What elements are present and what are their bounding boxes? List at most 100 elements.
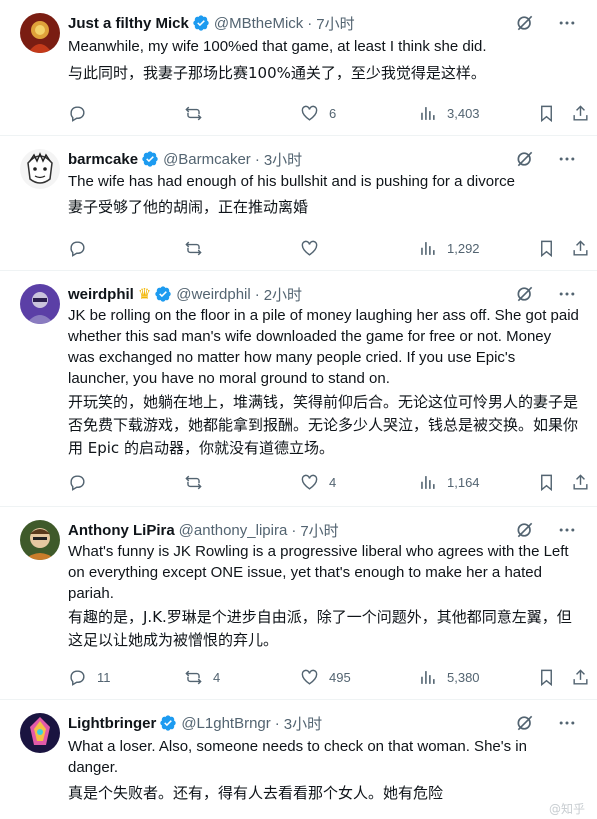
timestamp[interactable]: 7小时: [300, 520, 338, 541]
author-name[interactable]: barmcake: [68, 151, 138, 168]
author-handle[interactable]: @weirdphil: [176, 286, 250, 303]
share-button[interactable]: [571, 473, 590, 492]
tweet[interactable]: Just a filthy Mick @MBtheMick · 7小时 Mean…: [0, 0, 597, 136]
like-count: 4: [329, 475, 337, 490]
tweet[interactable]: weirdphil ♛ @weirdphil · 2小时 JK be rolli…: [0, 271, 597, 507]
views-count: 1,164: [447, 475, 480, 490]
retweet-button[interactable]: [184, 473, 213, 492]
separator: ·: [274, 714, 280, 732]
author-name[interactable]: weirdphil: [68, 286, 134, 303]
more-icon[interactable]: [557, 149, 577, 169]
views-count: 5,380: [447, 670, 480, 685]
tweet-translation: 有趣的是，J.K.罗琳是个进步自由派，除了一个问题外，其他都同意左翼，但这足以让…: [68, 608, 572, 649]
grok-icon[interactable]: [515, 149, 535, 169]
tweet-translation: 真是个失败者。还有，得有人去看看那个女人。她有危险: [68, 784, 444, 802]
tweet-text: Meanwhile, my wife 100%ed that game, at …: [68, 38, 487, 55]
tweet[interactable]: Lightbringer @L1ghtBrngr · 3小时 What a lo…: [0, 700, 597, 819]
author-handle[interactable]: @MBtheMick: [214, 15, 303, 32]
bookmark-icon: [541, 474, 552, 492]
avatar[interactable]: [20, 13, 60, 53]
views-count: 3,403: [447, 106, 480, 121]
tweet-header: Just a filthy Mick @MBtheMick · 7小时: [68, 13, 577, 33]
views-button[interactable]: 1,164: [418, 473, 480, 492]
timestamp[interactable]: 7小时: [316, 13, 354, 34]
reply-button[interactable]: [68, 239, 97, 258]
author-name[interactable]: Just a filthy Mick: [68, 15, 189, 32]
retweet-icon: [185, 106, 202, 121]
like-button[interactable]: 495: [300, 668, 351, 687]
grok-icon[interactable]: [515, 284, 535, 304]
tweet-text: What a loser. Also, someone needs to che…: [68, 738, 527, 776]
tweet-actions: 6 3,403: [68, 104, 588, 124]
share-icon: [573, 240, 588, 256]
share-button[interactable]: [571, 239, 590, 258]
retweet-button[interactable]: 4: [184, 668, 220, 687]
timestamp[interactable]: 2小时: [264, 284, 302, 305]
tweet-header: Lightbringer @L1ghtBrngr · 3小时: [68, 713, 577, 733]
views-button[interactable]: 1,292: [418, 239, 480, 258]
retweet-count: 4: [213, 670, 221, 685]
separator: ·: [307, 14, 313, 32]
author-name[interactable]: Lightbringer: [68, 715, 156, 732]
views-button[interactable]: 3,403: [418, 104, 480, 123]
more-icon[interactable]: [557, 713, 577, 733]
avatar[interactable]: [20, 284, 60, 324]
grok-icon[interactable]: [515, 713, 535, 733]
tweet-actions: 1,292: [68, 239, 588, 259]
author-name[interactable]: Anthony LiPira: [68, 522, 175, 539]
more-icon[interactable]: [557, 284, 577, 304]
reply-button[interactable]: [68, 104, 97, 123]
reply-icon: [70, 670, 85, 686]
grok-icon[interactable]: [515, 520, 535, 540]
retweet-button[interactable]: [184, 104, 213, 123]
author-handle[interactable]: @L1ghtBrngr: [181, 715, 270, 732]
like-button[interactable]: [300, 239, 329, 258]
views-icon: [421, 107, 435, 120]
share-icon: [573, 105, 588, 121]
separator: ·: [291, 521, 297, 539]
bookmark-icon: [541, 105, 552, 123]
share-button[interactable]: [571, 668, 590, 687]
share-icon: [573, 669, 588, 685]
bookmark-button[interactable]: [537, 104, 556, 123]
avatar[interactable]: [20, 520, 60, 560]
like-count: 495: [329, 670, 351, 685]
bookmark-button[interactable]: [537, 473, 556, 492]
tweet[interactable]: Anthony LiPira @anthony_lipira · 7小时 Wha…: [0, 507, 597, 700]
tweet-actions: 4 1,164: [68, 473, 588, 493]
verified-badge-icon: [193, 15, 209, 31]
tweet-translation: 开玩笑的，她躺在地上，堆满钱，笑得前仰后合。无论这位可怜男人的妻子是否免费下载游…: [68, 393, 579, 457]
bookmark-button[interactable]: [537, 239, 556, 258]
tweet-header: Anthony LiPira @anthony_lipira · 7小时: [68, 520, 577, 540]
share-button[interactable]: [571, 104, 590, 123]
heart-icon: [301, 669, 318, 685]
avatar[interactable]: [20, 713, 60, 753]
like-button[interactable]: 4: [300, 473, 336, 492]
verified-badge-icon: [160, 715, 177, 731]
reply-button[interactable]: 11: [68, 668, 111, 687]
tweet[interactable]: barmcake @Barmcaker · 3小时 The wife has h…: [0, 136, 597, 271]
views-button[interactable]: 5,380: [418, 668, 480, 687]
like-button[interactable]: 6: [300, 104, 336, 123]
avatar[interactable]: [20, 149, 60, 189]
more-icon[interactable]: [557, 13, 577, 33]
timestamp[interactable]: 3小时: [264, 149, 302, 170]
author-handle[interactable]: @anthony_lipira: [179, 522, 288, 539]
more-icon[interactable]: [557, 520, 577, 540]
watermark: @知乎: [548, 802, 585, 816]
share-icon: [573, 474, 588, 490]
heart-icon: [301, 105, 318, 121]
views-count: 1,292: [447, 241, 480, 256]
reply-icon: [70, 241, 85, 257]
separator: ·: [254, 285, 260, 303]
grok-icon[interactable]: [515, 13, 535, 33]
retweet-button[interactable]: [184, 239, 213, 258]
timestamp[interactable]: 3小时: [284, 713, 322, 734]
bookmark-button[interactable]: [537, 668, 556, 687]
reply-button[interactable]: [68, 473, 97, 492]
tweet-text: JK be rolling on the floor in a pile of …: [68, 307, 579, 387]
retweet-icon: [185, 475, 202, 490]
views-icon: [421, 671, 435, 684]
author-handle[interactable]: @Barmcaker: [163, 151, 251, 168]
tweet-header: barmcake @Barmcaker · 3小时: [68, 149, 577, 169]
